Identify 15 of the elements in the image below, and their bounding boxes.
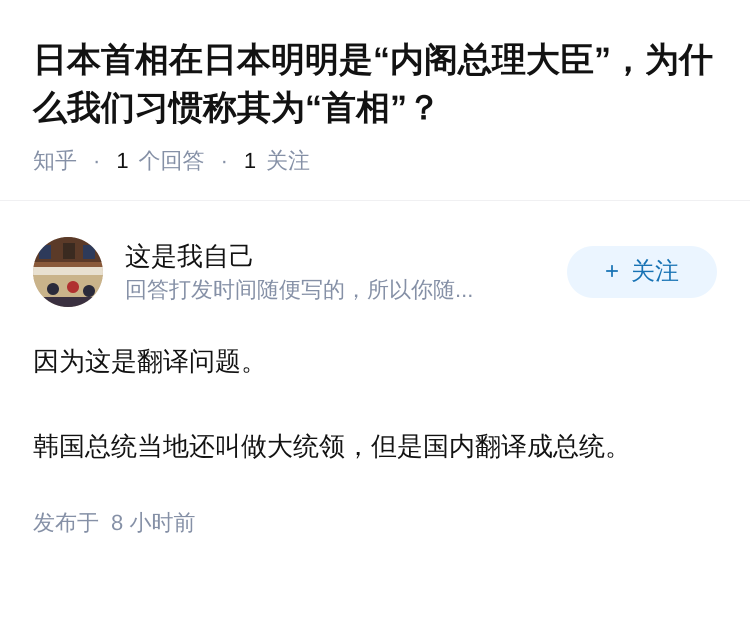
meta-count: 1: [244, 147, 256, 175]
meta-count: 1: [116, 147, 129, 175]
answer-paragraph: 因为这是翻译问题。: [33, 345, 268, 378]
answer-paragraph: 韩国总统当地还叫做大统领，但是国内翻译成总统。: [33, 430, 632, 463]
author-bio: 回答打发时间随便写的，所以你随...: [125, 276, 474, 304]
question-title[interactable]: 日本首相在日本明明是“内阁总理大臣”，为什么我们习惯称其为“首相”？: [33, 36, 723, 132]
separator-dot: ·: [220, 147, 229, 175]
meta-text: 个回答: [138, 147, 205, 175]
publish-label: 发布于: [33, 509, 99, 537]
separator-dot: ·: [92, 147, 102, 175]
follow-button[interactable]: + 关注: [567, 246, 717, 298]
meta-text: 知乎: [33, 147, 77, 175]
publish-time: 8 小时前: [111, 509, 196, 537]
author-name[interactable]: 这是我自己: [125, 238, 555, 274]
meta-text: 关注: [266, 147, 310, 175]
